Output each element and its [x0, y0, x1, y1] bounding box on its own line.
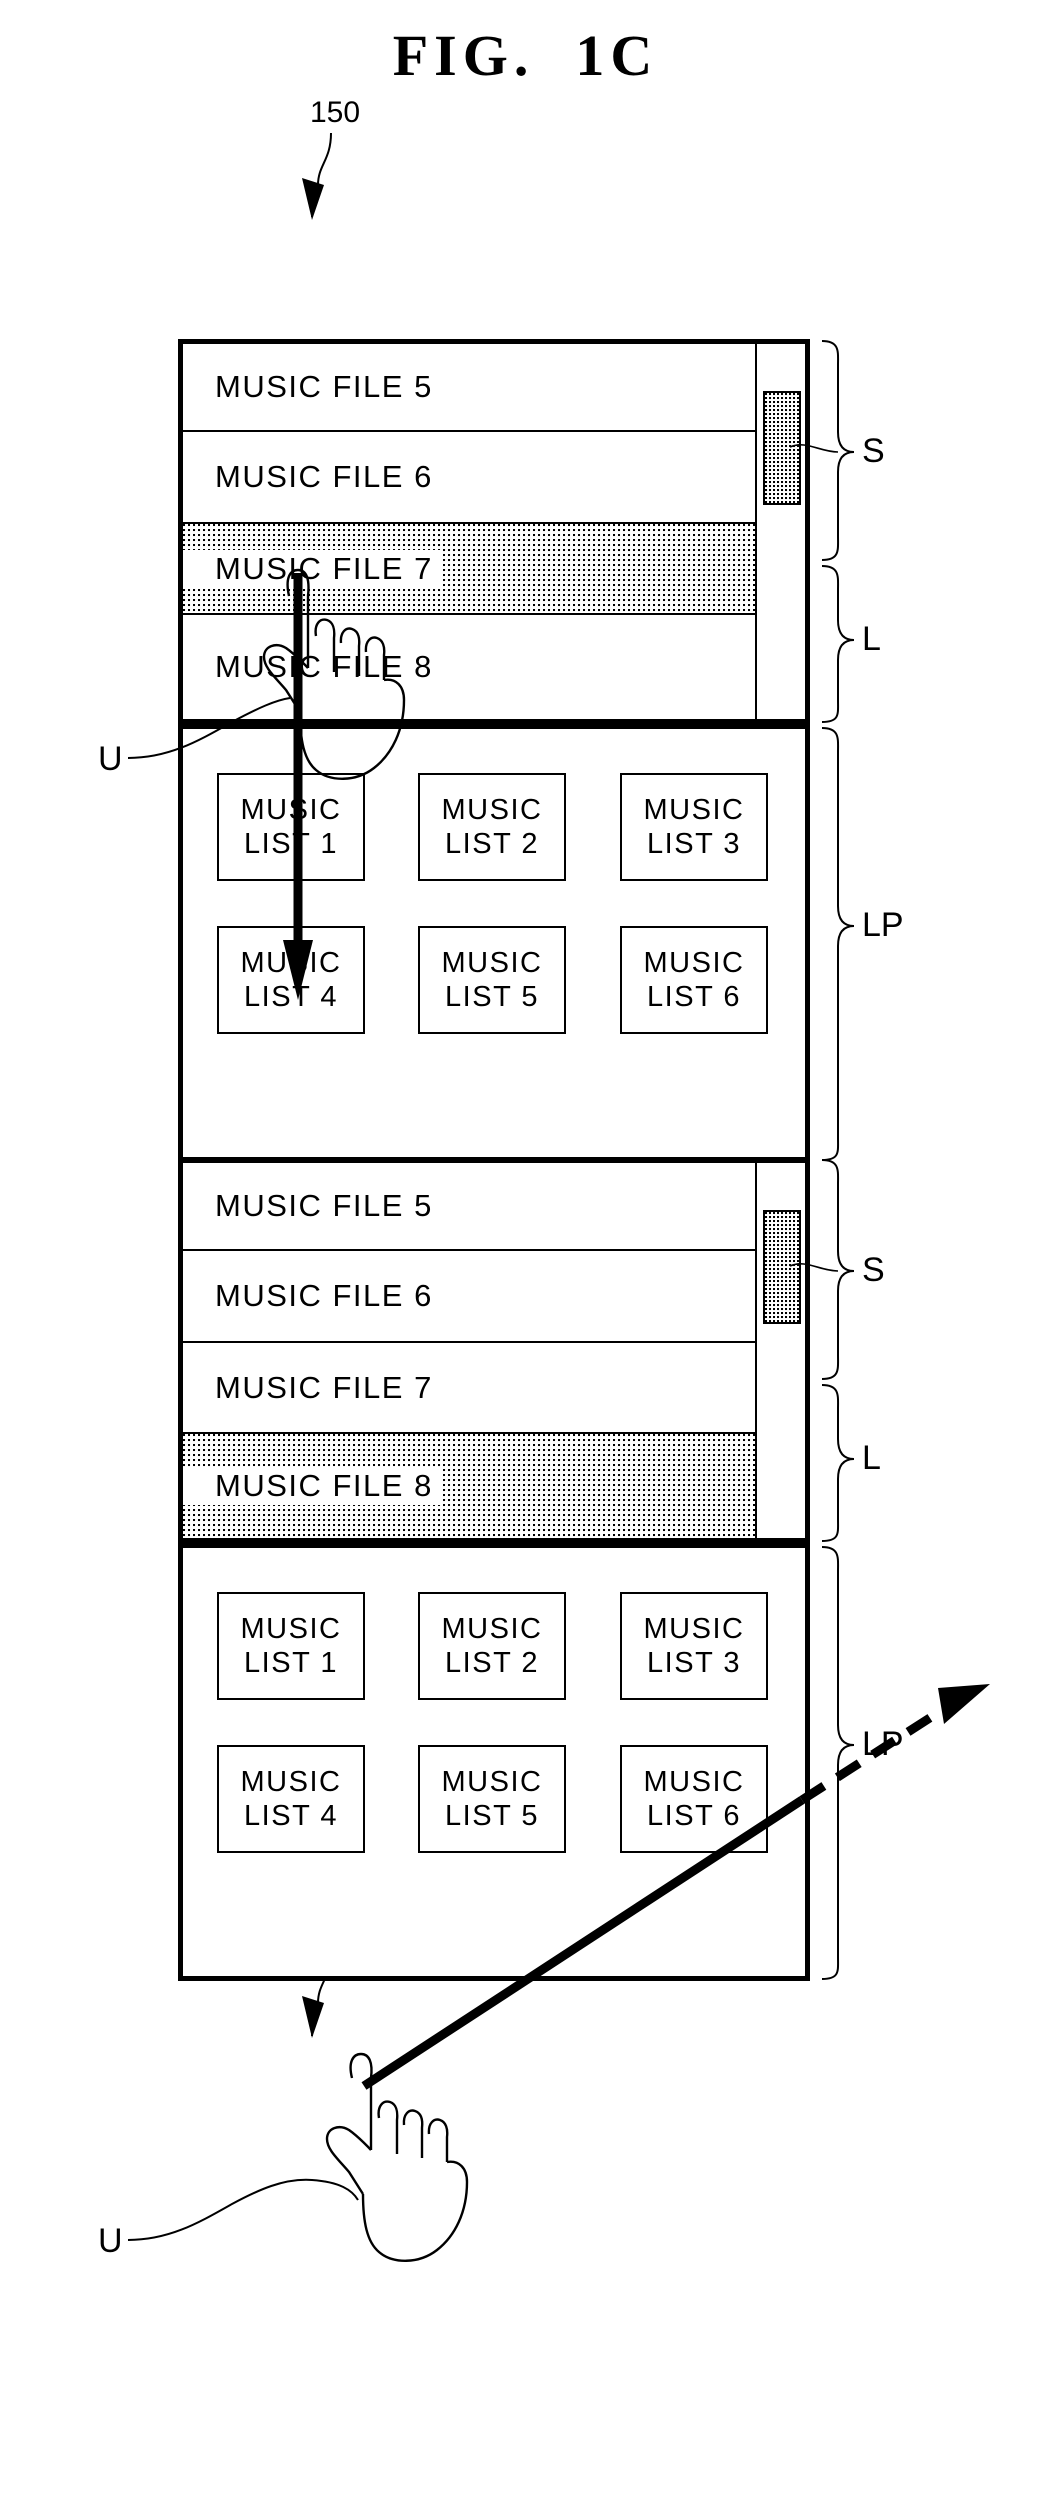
figure-1c-tile-6-line2: LIST 6: [647, 981, 741, 1013]
figure-1d-device-list-section: MUSIC FILE 5 MUSIC FILE 6 MUSIC FILE 7 M…: [178, 1158, 810, 1543]
figure-1c-tile-5[interactable]: MUSIC LIST 5: [418, 926, 566, 1034]
figure-1c-tile-1-line1: MUSIC: [240, 793, 342, 826]
figure-1d-tile-5-line2: LIST 5: [445, 1800, 539, 1832]
figure-1d-list-row-4[interactable]: MUSIC FILE 8: [183, 1434, 755, 1538]
figure-1d-tile-6-line2: LIST 6: [647, 1800, 741, 1832]
figure-1d-tile-4-line1: MUSIC: [240, 1765, 342, 1798]
figure-1c-tile-1-line2: LIST 1: [244, 828, 338, 860]
figure-1c-list-row-2-label: MUSIC FILE 6: [215, 459, 433, 494]
figure-1c-list-row-1-label: MUSIC FILE 5: [215, 369, 433, 404]
figure-1c-reference-number: 150: [310, 96, 361, 129]
figure-1d-tile-2[interactable]: MUSIC LIST 2: [418, 1592, 566, 1700]
figure-1d-label-list: L: [862, 1439, 881, 1477]
figure-1d-tile-1[interactable]: MUSIC LIST 1: [217, 1592, 365, 1700]
figure-1c-tile-2[interactable]: MUSIC LIST 2: [418, 773, 566, 881]
figure-1c-tile-4-line1: MUSIC: [240, 946, 342, 979]
figure-1c-tile-6-line1: MUSIC: [643, 946, 745, 979]
figure-1c-brace-lp: [821, 727, 855, 1161]
figure-1c-label-list: L: [862, 620, 881, 658]
figure-1c-tile-4-line2: LIST 4: [244, 981, 338, 1013]
figure-1d-hand-icon: [325, 2052, 469, 2262]
figure-1c-tile-3-line2: LIST 3: [647, 828, 741, 860]
figure-1c-list-panel-section: MUSIC LIST 1 MUSIC LIST 2 MUSIC LIST 3 M…: [178, 724, 810, 1162]
figure-1d-list-panel-section: MUSIC LIST 1 MUSIC LIST 2 MUSIC LIST 3 M…: [178, 1543, 810, 1981]
figure-1c-label-list-panel: LP: [862, 906, 904, 944]
figure-1d-tile-4[interactable]: MUSIC LIST 4: [217, 1745, 365, 1853]
figure-1d-tile-1-line2: LIST 1: [244, 1647, 338, 1679]
figure-1d-tile-4-line2: LIST 4: [244, 1800, 338, 1832]
patent-figure-page: FIG. 1C 150 MUSIC FILE 5 MUSIC FILE 6 MU…: [0, 0, 1051, 2512]
figure-1d-tile-2-line2: LIST 2: [445, 1647, 539, 1679]
figure-1d-list-row-1[interactable]: MUSIC FILE 5: [183, 1163, 755, 1251]
figure-1c-list-row-4-label: MUSIC FILE 8: [215, 649, 433, 684]
figure-1d-label-user: U: [98, 2222, 123, 2260]
figure-1d-list-row-2-label: MUSIC FILE 6: [215, 1278, 433, 1313]
figure-1d-list-row-2[interactable]: MUSIC FILE 6: [183, 1251, 755, 1343]
figure-1d-brace-lp: [821, 1546, 855, 1980]
figure-1d-label-scroll: S: [862, 1251, 885, 1289]
figure-1c-tile-4[interactable]: MUSIC LIST 4: [217, 926, 365, 1034]
figure-1c-tile-2-line1: MUSIC: [441, 793, 543, 826]
figure-1d-tile-3-line2: LIST 3: [647, 1647, 741, 1679]
figure-1d-tile-5[interactable]: MUSIC LIST 5: [418, 1745, 566, 1853]
figure-1c-list-row-2[interactable]: MUSIC FILE 6: [183, 432, 755, 524]
figure-1d-user-leader: [127, 2178, 359, 2241]
figure-1c-scrollbar-track[interactable]: [755, 344, 805, 719]
figure-1c-list-row-1[interactable]: MUSIC FILE 5: [183, 344, 755, 432]
figure-1d-list-row-1-label: MUSIC FILE 5: [215, 1188, 433, 1223]
figure-1c-tile-2-line2: LIST 2: [445, 828, 539, 860]
figure-1d-list-row-4-label: MUSIC FILE 8: [183, 1467, 441, 1505]
figure-1c-tile-5-line1: MUSIC: [441, 946, 543, 979]
figure-1c-tile-5-line2: LIST 5: [445, 981, 539, 1013]
figure-1c-tile-1[interactable]: MUSIC LIST 1: [217, 773, 365, 881]
figure-1d-scrollbar-thumb[interactable]: [763, 1210, 801, 1324]
figure-1d-brace-l: [821, 1384, 855, 1542]
figure-1d-tile-5-line1: MUSIC: [441, 1765, 543, 1798]
figure-1d-label-list-panel: LP: [862, 1725, 904, 1763]
figure-1d-tile-6[interactable]: MUSIC LIST 6: [620, 1745, 768, 1853]
figure-1c-scrollbar-thumb[interactable]: [763, 391, 801, 505]
figure-1c-brace-l: [821, 565, 855, 723]
figure-1d-list-row-3-label: MUSIC FILE 7: [215, 1369, 433, 1405]
figure-1c-list-area: MUSIC FILE 5 MUSIC FILE 6 MUSIC FILE 7 M…: [183, 344, 805, 719]
figure-1c-device-list-section: MUSIC FILE 5 MUSIC FILE 6 MUSIC FILE 7 M…: [178, 339, 810, 724]
figure-1d-tile-3[interactable]: MUSIC LIST 3: [620, 1592, 768, 1700]
figure-1d-list-row-3[interactable]: MUSIC FILE 7: [183, 1343, 755, 1434]
figure-1c-tile-3-line1: MUSIC: [643, 793, 745, 826]
figure-1d-tile-1-line1: MUSIC: [240, 1612, 342, 1645]
figure-1d-tile-3-line1: MUSIC: [643, 1612, 745, 1645]
figure-1d-tile-6-line1: MUSIC: [643, 1765, 745, 1798]
figure-1d-list-area: MUSIC FILE 5 MUSIC FILE 6 MUSIC FILE 7 M…: [183, 1163, 805, 1538]
figure-1c-label-user: U: [98, 740, 123, 778]
figure-1c-label-scroll: S: [862, 432, 885, 470]
figure-1c-tile-6[interactable]: MUSIC LIST 6: [620, 926, 768, 1034]
figure-1c-tile-3[interactable]: MUSIC LIST 3: [620, 773, 768, 881]
figure-1c-list-row-4[interactable]: MUSIC FILE 8: [183, 615, 755, 719]
figure-1d-scrollbar-track[interactable]: [755, 1163, 805, 1538]
figure-1d-tile-2-line1: MUSIC: [441, 1612, 543, 1645]
figure-1c-list-row-3-label: MUSIC FILE 7: [183, 549, 441, 588]
figure-1c-list-row-3[interactable]: MUSIC FILE 7: [183, 524, 755, 615]
figure-1c-title: FIG. 1C: [392, 23, 659, 88]
